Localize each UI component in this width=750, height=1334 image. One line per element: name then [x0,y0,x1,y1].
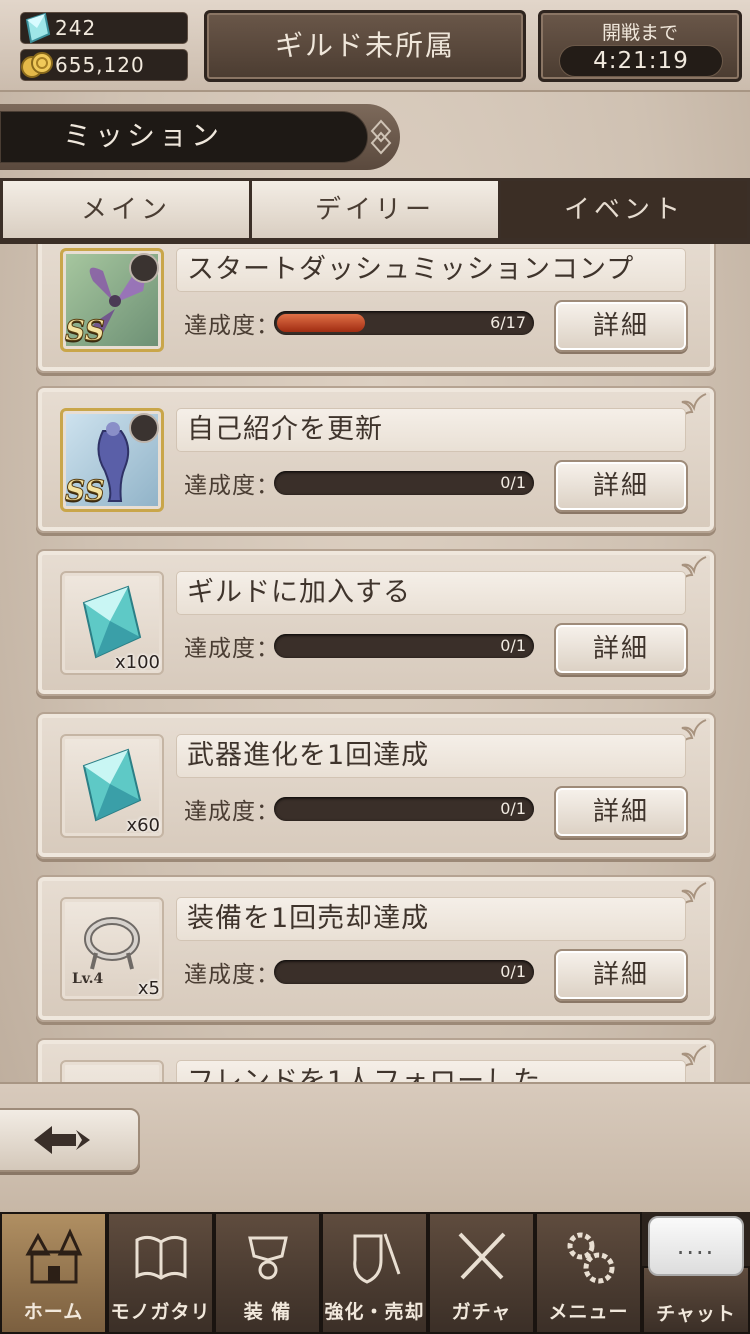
progress-bar: 6/17 [274,311,534,335]
progress-text: 0/1 [500,473,526,492]
crossed-swords-icon [458,1232,505,1280]
mission-card: SS スタートダッシュミッションコンプ 達成度： 6/17 詳細 [36,244,716,373]
battle-label: 開戦まで [601,22,678,44]
tab-main[interactable]: メイン [0,178,249,241]
progress-text: 0/1 [500,636,526,655]
item-level: Lv.4 [72,971,104,987]
detail-button[interactable]: 詳細 [554,460,688,512]
mission-card: x100 ギルドに加入する 達成度： 0/1 詳細 [36,549,716,696]
mission-title: 装備を1回売却達成 [176,897,686,941]
gold-count: 655,120 [55,53,145,77]
back-arrow-icon [34,1126,90,1154]
section-switch[interactable] [365,110,397,164]
nav-label: チャット [656,1303,736,1325]
progress-text: 6/17 [490,313,526,332]
back-button[interactable] [0,1108,140,1172]
reward-character-card[interactable]: SS [60,248,164,352]
nav-label: ホーム [23,1301,84,1323]
book-icon [135,1235,186,1280]
nav-label: 強化・売却 [324,1301,425,1323]
reward-item[interactable]: Lv.4 x5 [60,897,164,1001]
reward-item[interactable] [60,1060,164,1082]
crystal-count: 242 [55,16,97,40]
armor-icon [247,1236,288,1280]
gears-icon [567,1232,614,1284]
detail-button[interactable]: 詳細 [554,949,688,1001]
mission-card: Lv.4 x5 装備を1回売却達成 達成度： 0/1 詳細 [36,875,716,1022]
progress-bar: 0/1 [274,960,534,984]
mission-title: フレンドを1人フォローした [176,1060,686,1082]
nav-label: ガチャ [451,1301,512,1323]
rarity-badge: SS [65,474,106,508]
back-bar [0,1082,750,1212]
detail-button[interactable]: 詳細 [554,300,688,352]
mission-card: フレンドを1人フォローした [36,1038,716,1082]
tab-daily[interactable]: デイリー [249,178,498,241]
reward-quantity: x5 [137,978,160,999]
reward-quantity: x60 [126,815,160,836]
guild-status-button[interactable]: ギルド未所属 [204,10,526,82]
detail-button[interactable]: 詳細 [554,786,688,838]
progress-label: 達成度： [184,313,280,339]
reward-item[interactable]: x60 [60,734,164,838]
reward-quantity: x100 [114,652,160,673]
progress-label: 達成度： [184,962,280,988]
gold-counter: 655,120 [20,49,188,81]
mission-title: 武器進化を1回達成 [176,734,686,778]
mission-tabs: メイン デイリー イベント [0,178,750,244]
tab-event[interactable]: イベント [498,178,750,241]
progress-label: 達成度： [184,636,280,662]
nav-home[interactable]: ホーム [0,1212,107,1334]
nav-equipment[interactable]: 装 備 [214,1212,321,1334]
progress-text: 0/1 [500,962,526,981]
top-bar: 242 655,120 ギルド未所属 開戦まで 4:21:19 [0,0,750,92]
mission-title: スタートダッシュミッションコンプ [176,248,686,292]
mission-title: ギルドに加入する [176,571,686,615]
section-header: ミッション [0,104,400,170]
nav-gacha[interactable]: ガチャ [428,1212,535,1334]
coins-icon [21,52,53,78]
nav-label: モノガタリ [110,1301,211,1323]
element-badge-icon [129,413,159,443]
detail-button[interactable]: 詳細 [554,623,688,675]
progress-label: 達成度： [184,473,280,499]
section-title: ミッション [63,119,224,152]
crystal-icon [25,12,51,44]
nav-menu[interactable]: メニュー [535,1212,642,1334]
nav-label: 装 備 [243,1301,292,1323]
mission-list[interactable]: SS スタートダッシュミッションコンプ 達成度： 6/17 詳細 SS 自己紹介… [0,244,750,1082]
chat-dots: .... [676,1232,716,1260]
nav-story[interactable]: モノガタリ [107,1212,214,1334]
nav-enhance-sell[interactable]: 強化・売却 [321,1212,428,1334]
progress-text: 0/1 [500,799,526,818]
bottom-nav: ホーム モノガタリ 装 備 強化・売却 ガチャ メニュー .... チャット [0,1212,750,1334]
reward-character-card[interactable]: SS [60,408,164,512]
castle-icon [24,1228,82,1284]
reward-item[interactable]: x100 [60,571,164,675]
mission-card: SS 自己紹介を更新 達成度： 0/1 詳細 [36,386,716,533]
shield-sword-icon [352,1233,400,1284]
nav-chat[interactable]: .... チャット [642,1212,750,1334]
progress-label: 達成度： [184,799,280,825]
crystal-counter: 242 [20,12,188,44]
progress-fill [277,314,365,332]
progress-bar: 0/1 [274,634,534,658]
nav-label: メニュー [548,1301,629,1323]
progress-bar: 0/1 [274,797,534,821]
chat-bubble-icon: .... [648,1216,744,1276]
rarity-badge: SS [65,314,106,348]
diamond-switch-icon [370,119,392,155]
mission-title: 自己紹介を更新 [176,408,686,452]
battle-timer: 4:21:19 [559,45,723,77]
battle-countdown[interactable]: 開戦まで 4:21:19 [538,10,742,82]
progress-bar: 0/1 [274,471,534,495]
element-badge-icon [129,253,159,283]
mission-card: x60 武器進化を1回達成 達成度： 0/1 詳細 [36,712,716,859]
